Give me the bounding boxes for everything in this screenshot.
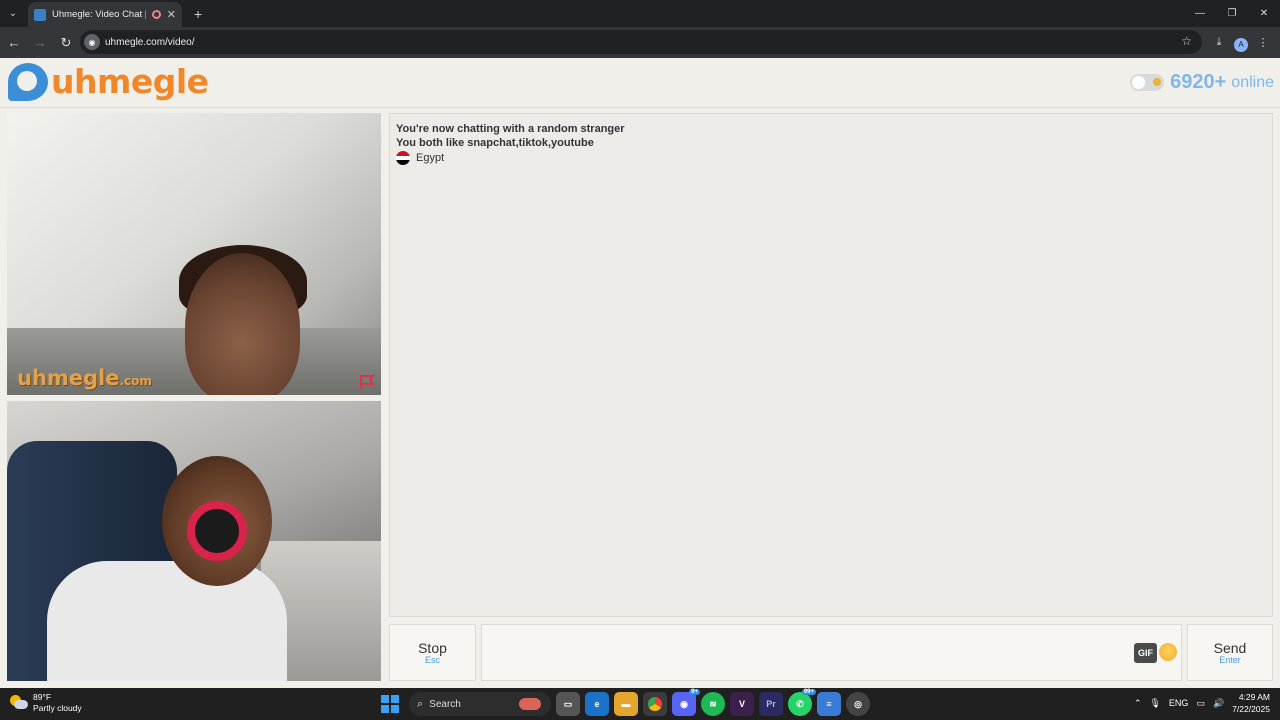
more-menu-icon[interactable]: ⋮ [1254, 30, 1272, 54]
recording-icon [151, 10, 161, 19]
weather-temp: 89°F [33, 692, 52, 702]
url-text: uhmegle.com/video/ [105, 36, 195, 48]
windows-start-icon[interactable] [381, 695, 399, 713]
forward-icon[interactable]: → [28, 31, 52, 55]
bookmark-star-icon[interactable]: ☆ [1181, 34, 1192, 48]
site-info-icon[interactable]: ◉ [84, 34, 100, 50]
spotify-icon[interactable]: ≋ [701, 692, 725, 716]
notepad-icon[interactable]: ≡ [817, 692, 841, 716]
tab-title: Uhmegle: Video Chat | Ome [52, 9, 146, 20]
toolbar-actions: ⤓ A ⋮ [1210, 30, 1272, 54]
network-icon[interactable]: ▭ [1196, 698, 1205, 709]
clock-date: 7/22/2025 [1232, 704, 1270, 714]
gif-button[interactable]: GIF [1134, 643, 1157, 663]
site-logo[interactable]: uhmegle [8, 62, 209, 101]
report-flag-icon[interactable] [359, 374, 377, 390]
browser-tab[interactable]: Uhmegle: Video Chat | Ome ✕ [28, 2, 182, 27]
clock-time: 4:29 AM [1238, 692, 1270, 702]
country-name: Egypt [416, 152, 445, 164]
taskbar-apps: ⌕ Search ▭ e ▬ ◉ 9+ ≋ V Pr ✆ 99+ ≡ ◎ [381, 689, 870, 716]
tab-search-icon[interactable]: ⌄ [0, 0, 26, 27]
logo-text: uhmegle [51, 62, 209, 101]
system-message: You're now chatting with a random strang… [396, 123, 625, 135]
discord-icon[interactable]: ◉ 9+ [672, 689, 700, 716]
stop-label: Stop [418, 640, 447, 656]
whatsapp-icon[interactable]: ✆ 99+ [788, 689, 816, 716]
language-indicator[interactable]: ENG [1169, 698, 1189, 708]
message-input[interactable]: GIF [481, 624, 1182, 681]
stop-hint: Esc [424, 655, 440, 665]
chat-messages: You're now chatting with a random strang… [396, 122, 625, 165]
watermark-suffix: .com [119, 374, 152, 388]
obs-icon[interactable]: ◎ [846, 692, 870, 716]
microphone-icon[interactable]: 🎙 [1149, 698, 1160, 709]
self-video [7, 401, 381, 681]
search-placeholder: Search [429, 698, 461, 710]
file-explorer-icon[interactable]: ▬ [614, 692, 638, 716]
weather-desc: Partly cloudy [33, 703, 82, 713]
show-hidden-icons[interactable]: ⌃ [1134, 698, 1142, 709]
taskbar: 89°F Partly cloudy ⌕ Search ▭ e ▬ ◉ 9+ ≋ … [0, 688, 1280, 720]
page: uhmegle 6920+ online uhmegle.com You're … [0, 58, 1280, 688]
send-label: Send [1213, 640, 1247, 656]
stranger-face [185, 253, 300, 395]
download-icon[interactable]: ⤓ [1210, 30, 1228, 54]
partly-cloudy-icon [10, 695, 28, 711]
profile-avatar[interactable]: A [1234, 37, 1248, 52]
new-tab-button[interactable]: + [194, 6, 202, 22]
task-view-icon[interactable]: ▭ [556, 692, 580, 716]
window-controls: — ❐ ✕ [1184, 0, 1280, 27]
clock[interactable]: 4:29 AM 7/22/2025 [1232, 691, 1270, 715]
site-favicon-icon [34, 8, 46, 21]
premiere-icon[interactable]: Pr [759, 692, 783, 716]
discord-badge: 9+ [689, 689, 700, 695]
watermark-main: uhmegle [17, 366, 120, 390]
whatsapp-badge: 99+ [801, 689, 816, 695]
chat-log: You're now chatting with a random strang… [389, 113, 1273, 617]
send-hint: Enter [1219, 655, 1241, 665]
stranger-country: Egypt [396, 151, 625, 165]
search-highlight-icon [519, 698, 541, 710]
site-header: uhmegle 6920+ online [0, 58, 1280, 108]
stranger-video: uhmegle.com [7, 113, 381, 395]
browser-toolbar: ← → ↻ ◉ uhmegle.com/video/ ☆ ⤓ A ⋮ [0, 27, 1280, 58]
reload-icon[interactable]: ↻ [54, 31, 78, 55]
egypt-flag-icon [396, 151, 410, 165]
vegas-icon[interactable]: V [730, 692, 754, 716]
search-icon: ⌕ [417, 697, 424, 710]
headset [187, 501, 247, 561]
weather-widget[interactable]: 89°F Partly cloudy [10, 692, 82, 714]
system-tray: ⌃ 🎙 ENG ▭ 🔊 4:29 AM 7/22/2025 [1134, 691, 1270, 715]
volume-icon[interactable]: 🔊 [1213, 698, 1224, 709]
logo-mark-icon [8, 62, 48, 101]
theme-toggle[interactable] [1130, 74, 1165, 91]
video-watermark: uhmegle.com [17, 366, 152, 390]
system-message: You both like snapchat,tiktok,youtube [396, 137, 594, 149]
tab-close-icon[interactable]: ✕ [167, 8, 176, 21]
emoji-icon[interactable] [1159, 643, 1177, 661]
self-shirt [47, 561, 287, 681]
close-window-button[interactable]: ✕ [1248, 0, 1280, 27]
minimize-button[interactable]: — [1184, 0, 1216, 27]
online-label: online [1231, 73, 1274, 91]
stop-button[interactable]: Stop Esc [389, 624, 476, 681]
restore-button[interactable]: ❐ [1216, 0, 1248, 27]
online-indicator: 6920+ online [1130, 71, 1274, 94]
edge-icon[interactable]: e [585, 692, 609, 716]
send-button[interactable]: Send Enter [1187, 624, 1273, 681]
back-icon[interactable]: ← [2, 31, 26, 55]
address-bar[interactable]: ◉ uhmegle.com/video/ ☆ [80, 30, 1202, 54]
taskbar-search[interactable]: ⌕ Search [409, 692, 551, 716]
chrome-icon[interactable] [643, 692, 667, 716]
browser-tabbar: ⌄ Uhmegle: Video Chat | Ome ✕ + — ❐ ✕ [0, 0, 1280, 27]
online-count: 6920+ [1170, 71, 1227, 93]
